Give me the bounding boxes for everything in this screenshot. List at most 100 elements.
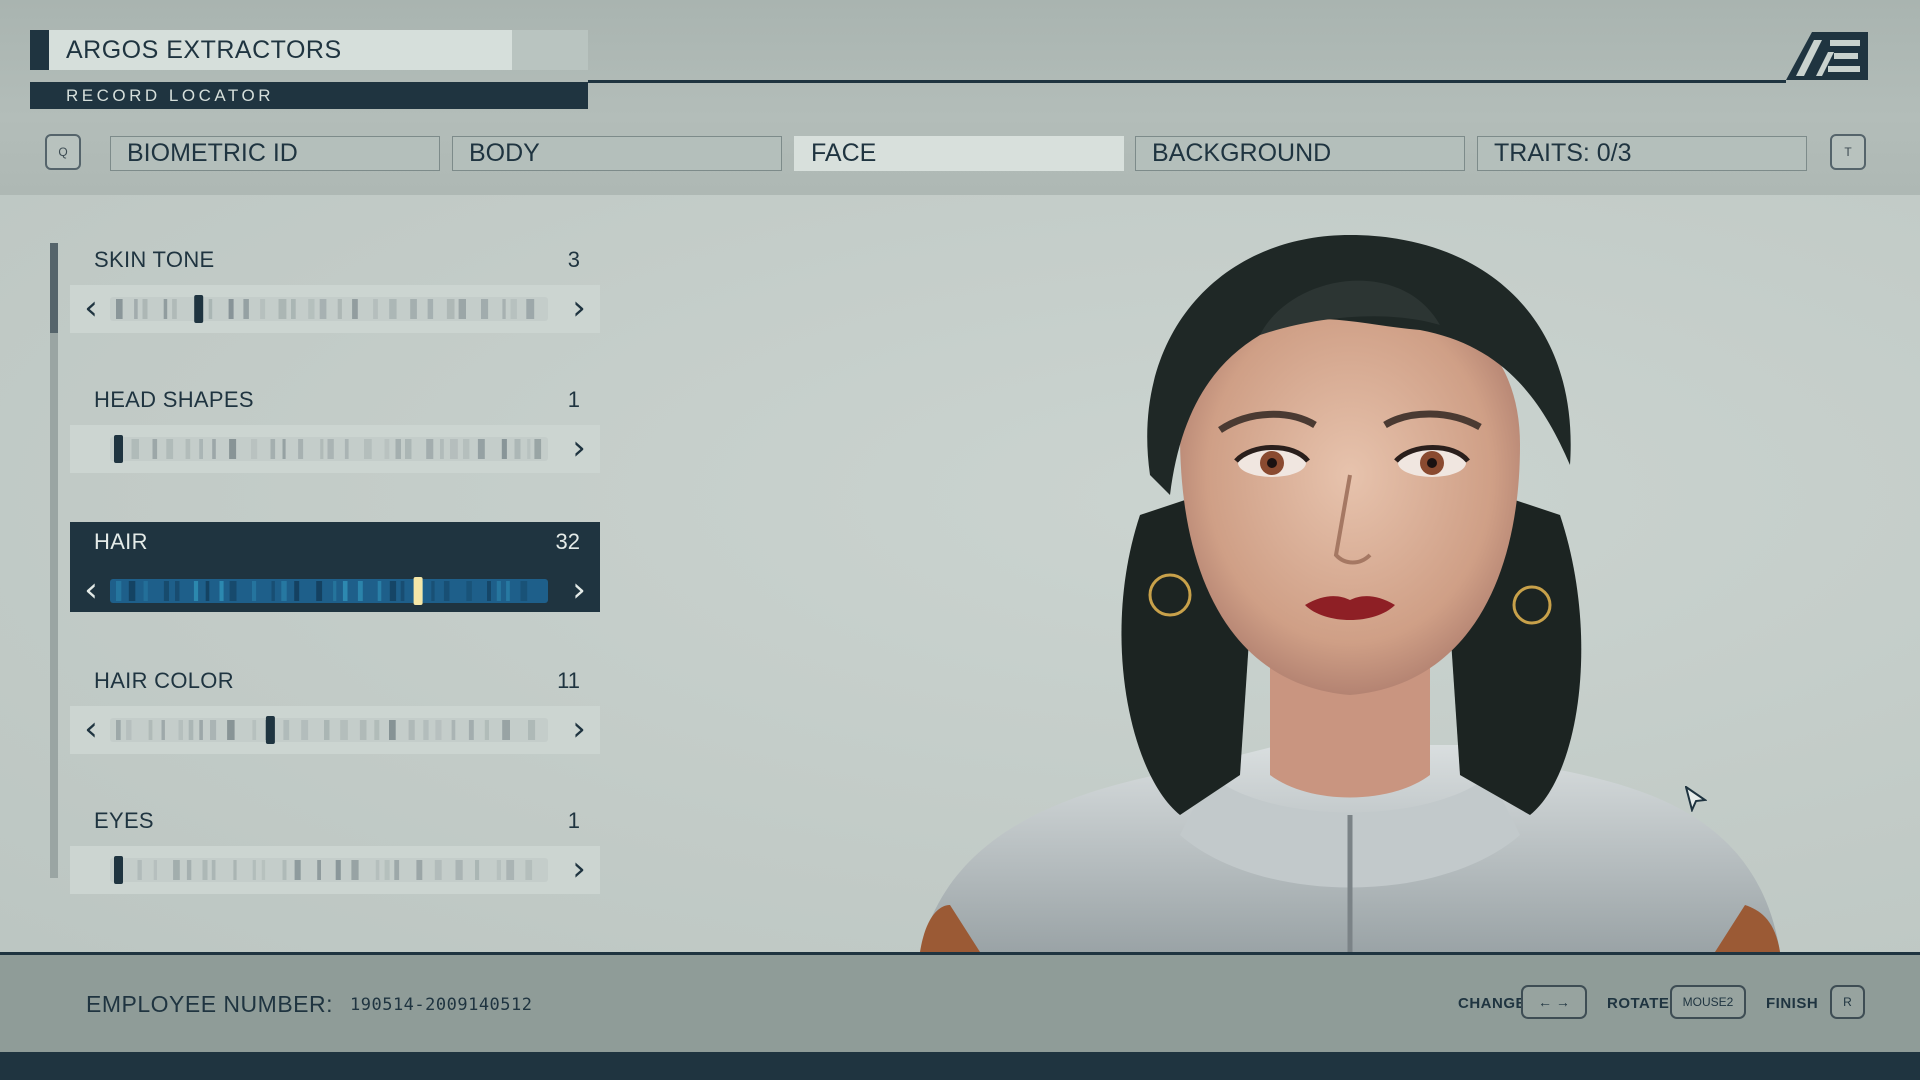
strip-tick xyxy=(384,439,390,459)
character-preview[interactable] xyxy=(880,215,1820,952)
option-hair-color[interactable]: HAIR COLOR 11 ‹ › xyxy=(70,661,600,754)
option-label: SKIN TONE xyxy=(94,247,215,272)
option-value: 11 xyxy=(557,668,580,693)
option-slider[interactable]: › xyxy=(70,846,600,894)
next-tab-key-hint[interactable]: T xyxy=(1830,134,1866,170)
tab-label: BACKGROUND xyxy=(1152,139,1332,167)
option-strip[interactable] xyxy=(110,716,548,744)
option-strip[interactable] xyxy=(110,295,548,323)
strip-tick xyxy=(116,581,122,601)
title-accent-block xyxy=(30,30,49,70)
option-head-shapes[interactable]: HEAD SHAPES 1 › xyxy=(70,380,600,473)
strip-tick xyxy=(260,299,266,319)
strip-tick xyxy=(173,860,180,880)
strip-tick xyxy=(126,720,132,740)
chevron-left-icon[interactable]: ‹ xyxy=(76,567,106,615)
rotate-key-hint[interactable]: MOUSE2 xyxy=(1670,985,1746,1019)
strip-tick xyxy=(426,439,434,459)
chevron-right-icon[interactable]: › xyxy=(564,567,594,615)
option-eyes[interactable]: EYES 1 › xyxy=(70,801,600,894)
strip-tick xyxy=(261,860,266,880)
option-slider[interactable]: ‹ › xyxy=(70,285,600,333)
ae-logo-icon xyxy=(1786,32,1868,80)
strip-tick xyxy=(496,860,501,880)
strip-tick xyxy=(451,720,456,740)
strip-tick xyxy=(294,860,301,880)
record-locator-bar: RECORD LOCATOR xyxy=(30,82,588,109)
chevron-right-icon[interactable]: › xyxy=(564,285,594,333)
option-strip[interactable] xyxy=(110,856,548,884)
tab-face[interactable]: FACE xyxy=(794,136,1124,171)
strip-tick xyxy=(251,439,258,459)
strip-tick xyxy=(394,860,400,880)
strip-tick xyxy=(510,299,517,319)
strip-tick xyxy=(233,860,237,880)
tab-body[interactable]: BODY xyxy=(452,136,782,171)
strip-tick xyxy=(298,439,304,459)
strip-tick xyxy=(316,581,323,601)
strip-tick xyxy=(423,720,429,740)
chevron-right-icon[interactable]: › xyxy=(564,706,594,754)
tab-label: BODY xyxy=(469,139,540,167)
strip-tick xyxy=(359,720,367,740)
strip-tick xyxy=(435,720,442,740)
strip-tick xyxy=(317,860,321,880)
option-slider[interactable]: ‹ › xyxy=(70,706,600,754)
change-key-hint[interactable]: ← → xyxy=(1521,985,1587,1019)
finish-key-hint[interactable]: R xyxy=(1830,985,1865,1019)
strip-tick xyxy=(142,299,148,319)
strip-tick xyxy=(446,299,455,319)
option-label: HAIR xyxy=(94,529,148,554)
strip-tick xyxy=(377,581,382,601)
strip-tick xyxy=(205,581,210,601)
option-hair[interactable]: HAIR 32 ‹ › xyxy=(70,522,600,612)
chevron-left-icon[interactable]: ‹ xyxy=(76,706,106,754)
tab-traits[interactable]: TRAITS: 0/3 xyxy=(1477,136,1807,171)
option-label: HAIR COLOR xyxy=(94,668,234,693)
strip-tick xyxy=(410,299,417,319)
strip-tick xyxy=(344,439,349,459)
strip-tick xyxy=(219,581,224,601)
chevron-right-icon[interactable]: › xyxy=(564,425,594,473)
header-divider xyxy=(588,80,1786,83)
prev-tab-key-hint[interactable]: Q xyxy=(45,134,81,170)
strip-tick xyxy=(427,299,434,319)
tab-label: TRAITS: 0/3 xyxy=(1494,139,1632,167)
employee-number-value: 190514-2009140512 xyxy=(350,995,533,1015)
chevron-right-icon[interactable]: › xyxy=(564,846,594,894)
header: ARGOS EXTRACTORS RECORD LOCATOR Q T BIOM… xyxy=(0,0,1920,195)
strip-tick xyxy=(466,581,472,601)
option-skin-tone[interactable]: SKIN TONE 3 ‹ › xyxy=(70,240,600,333)
strip-tick xyxy=(389,720,396,740)
tab-background[interactable]: BACKGROUND xyxy=(1135,136,1465,171)
strip-tick xyxy=(291,299,296,319)
strip-tick xyxy=(400,581,405,601)
strip-tick xyxy=(337,299,342,319)
bottom-bar xyxy=(0,1052,1920,1080)
options-scrollbar[interactable] xyxy=(50,243,58,878)
strip-tick xyxy=(389,581,397,601)
record-locator-label: RECORD LOCATOR xyxy=(66,86,275,105)
chevron-left-icon[interactable]: ‹ xyxy=(76,285,106,333)
option-slider[interactable]: › xyxy=(70,425,600,473)
finish-hint-label: FINISH xyxy=(1766,995,1819,1012)
options-scroll-thumb[interactable] xyxy=(50,243,58,333)
strip-tick xyxy=(278,299,287,319)
strip-tick xyxy=(506,581,510,601)
option-slider[interactable]: ‹ › xyxy=(70,567,600,612)
tab-biometric-id[interactable]: BIOMETRIC ID xyxy=(110,136,440,171)
strip-tick xyxy=(128,581,136,601)
strip-tick xyxy=(352,299,358,319)
option-label: EYES xyxy=(94,808,154,833)
change-hint-label: CHANGE xyxy=(1458,995,1527,1012)
strip-tick xyxy=(484,720,489,740)
company-title-bar: ARGOS EXTRACTORS xyxy=(30,30,588,70)
strip-tick xyxy=(395,439,401,459)
option-strip[interactable] xyxy=(110,435,548,463)
strip-tick xyxy=(185,439,191,459)
strip-tick xyxy=(408,720,415,740)
option-label: HEAD SHAPES xyxy=(94,387,254,412)
option-strip[interactable] xyxy=(110,577,548,605)
strip-tick xyxy=(283,720,290,740)
strip-tick xyxy=(506,860,515,880)
